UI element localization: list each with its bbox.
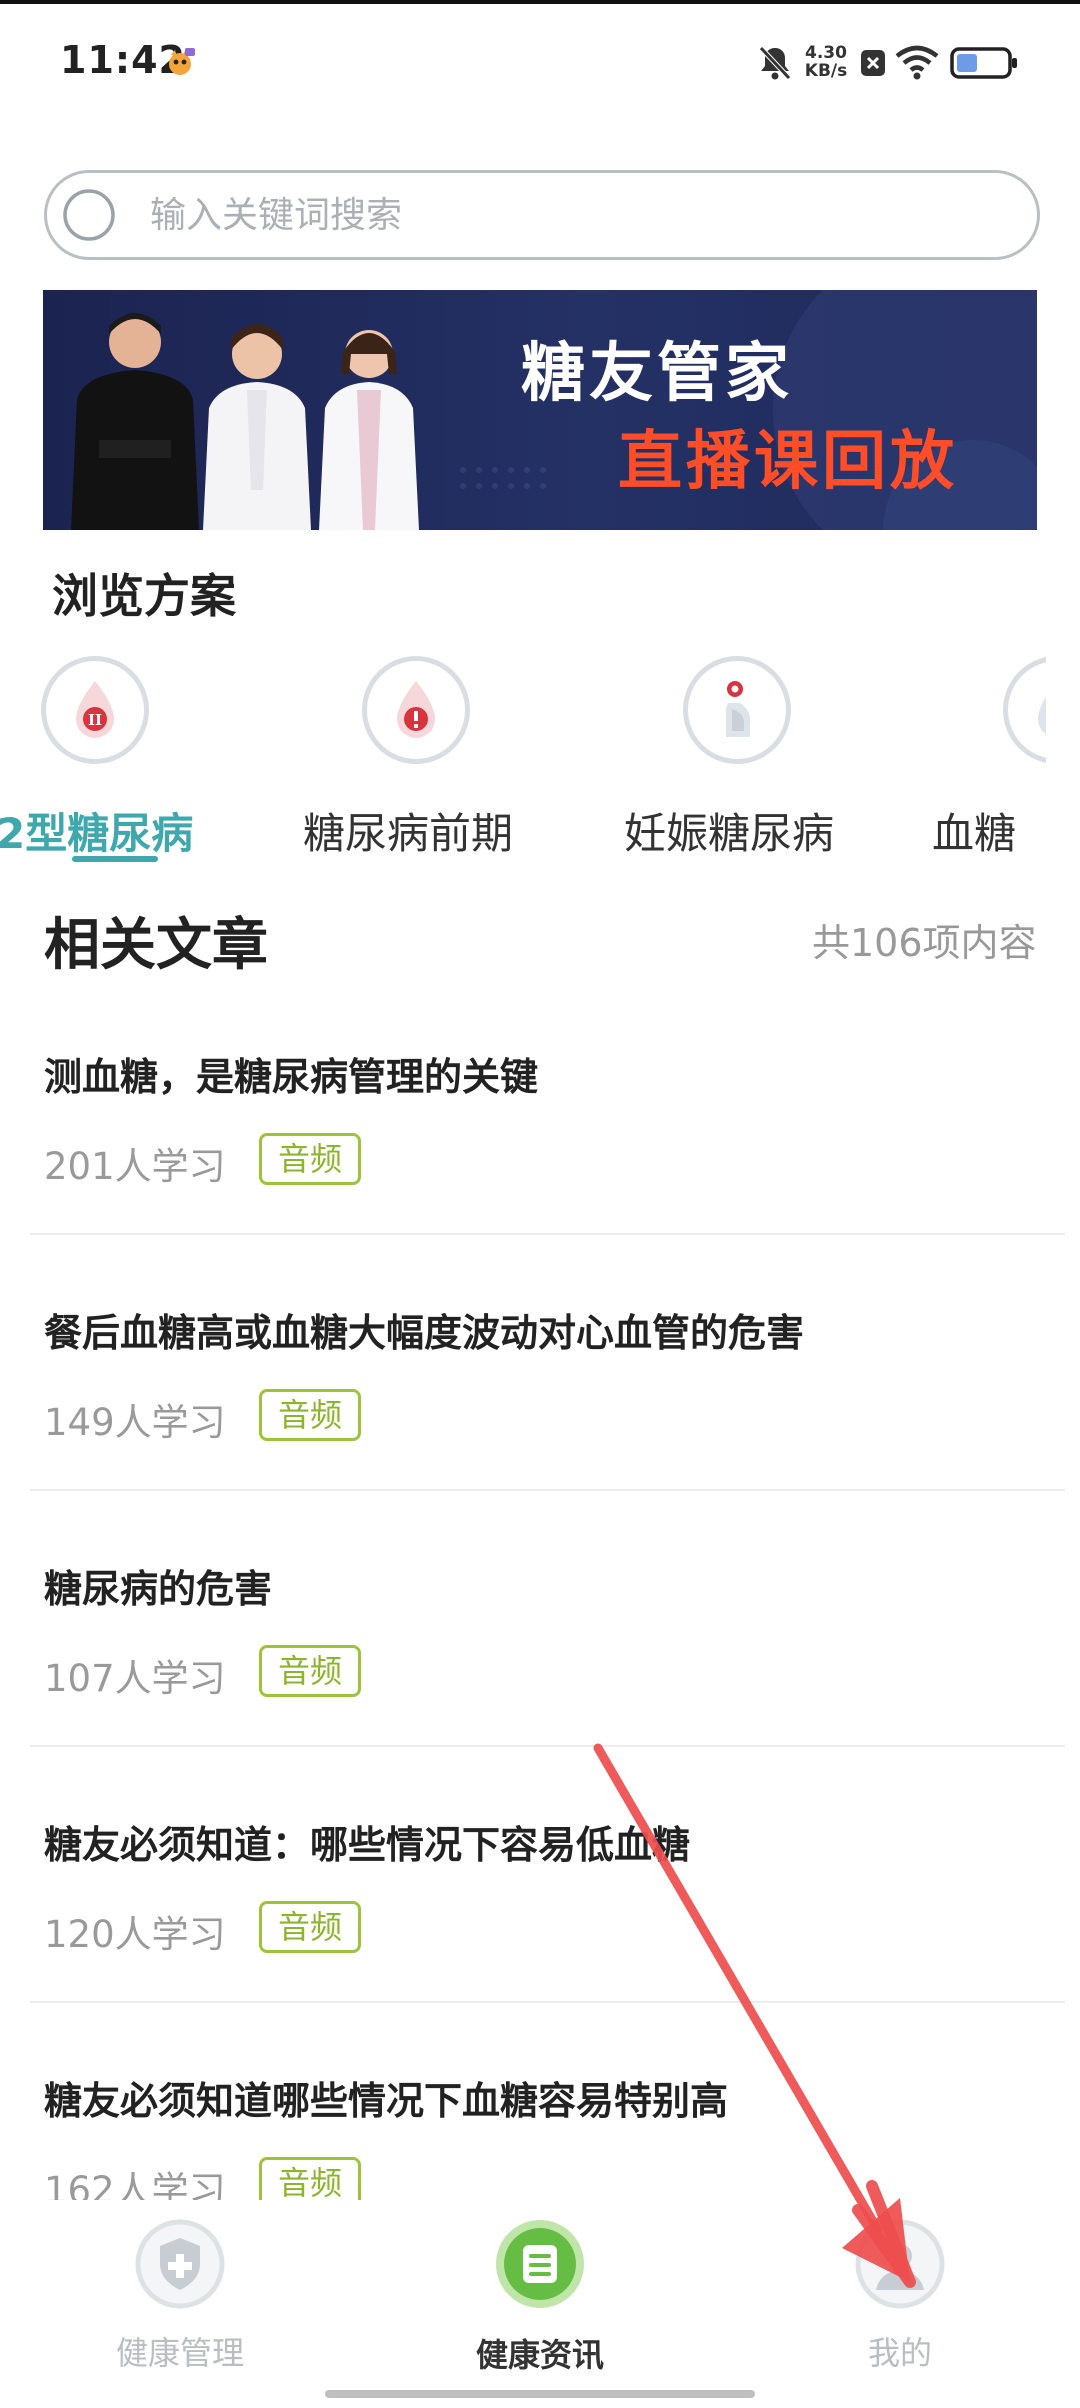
article-item[interactable]: 糖友必须知道：哪些情况下容易低血糖 120人学习 音频 <box>0 1788 1080 2018</box>
search-input[interactable] <box>150 190 1010 240</box>
banner-title: 糖友管家 <box>521 337 793 411</box>
article-learners: 107人学习 <box>44 1657 226 1700</box>
nav-item-health-news[interactable]: 健康资讯 <box>460 2218 620 2378</box>
article-learners: 120人学习 <box>44 1913 226 1956</box>
articles-count: 共106项内容 <box>812 921 1037 965</box>
category-type2-diabetes[interactable]: II <box>41 656 149 764</box>
category-icon-circle <box>683 656 791 764</box>
article-title: 糖友必须知道：哪些情况下容易低血糖 <box>44 1823 691 1867</box>
category-label[interactable]: 糖尿病前期 <box>303 800 513 861</box>
nav-label: 我的 <box>867 2334 932 2372</box>
article-title: 糖友必须知道哪些情况下血糖容易特别高 <box>44 2079 729 2123</box>
pregnancy-icon <box>726 681 751 737</box>
article-title: 测血糖，是糖尿病管理的关键 <box>44 1055 539 1099</box>
category-label[interactable]: 2型糖尿病 <box>0 800 193 861</box>
audio-tag: 音频 <box>259 2157 361 2200</box>
battery-icon <box>950 47 1017 79</box>
nav-item-mine[interactable]: 我的 <box>820 2218 980 2372</box>
nav-label: 健康管理 <box>115 2334 244 2372</box>
net-speed-unit: KB/s <box>804 61 848 81</box>
category-gestational-diabetes[interactable] <box>683 656 791 764</box>
category-label[interactable]: 血糖 <box>932 800 1016 861</box>
category-scroller[interactable]: II 2型糖尿病 糖尿病前期 妊娠糖尿病 血糖 <box>0 640 1046 870</box>
active-category-indicator <box>72 856 158 862</box>
article-learners: 201人学习 <box>44 1145 226 1188</box>
close-box-icon <box>861 50 885 76</box>
article-learners: 149人学习 <box>44 1401 226 1444</box>
divider <box>30 2001 1065 2003</box>
divider <box>30 1489 1065 1491</box>
audio-tag: 音频 <box>259 1389 361 1441</box>
home-indicator[interactable] <box>325 2390 755 2398</box>
wifi-icon <box>895 45 939 80</box>
article-item[interactable]: 测血糖，是糖尿病管理的关键 201人学习 音频 <box>0 1020 1080 1250</box>
nav-item-health-management[interactable]: 健康管理 <box>100 2218 260 2372</box>
svg-text:II: II <box>88 711 102 729</box>
mute-icon <box>759 46 791 80</box>
presenters-image <box>71 313 419 530</box>
article-title: 糖尿病的危害 <box>44 1567 273 1611</box>
category-blood-glucose[interactable] <box>1003 656 1046 764</box>
net-speed: 4.30 KB/s <box>800 44 852 80</box>
audio-tag: 音频 <box>259 1901 361 1953</box>
article-list[interactable]: 测血糖，是糖尿病管理的关键 201人学习 音频 餐后血糖高或血糖大幅度波动对心血… <box>0 1020 1080 2200</box>
shield-plus-icon <box>135 2219 225 2309</box>
audio-tag: 音频 <box>259 1133 361 1185</box>
mascot-icon <box>169 48 195 75</box>
nav-label: 健康资讯 <box>475 2336 604 2374</box>
articles-section-title: 相关文章 <box>44 913 268 978</box>
search-icon <box>63 189 115 241</box>
drop-exclamation-icon <box>397 681 435 738</box>
category-label[interactable]: 妊娠糖尿病 <box>624 800 834 861</box>
bottom-navigation: 健康管理 健康资讯 我的 <box>0 2200 1080 2408</box>
article-title: 餐后血糖高或血糖大幅度波动对心血管的危害 <box>44 1311 805 1355</box>
drop-roman-two-icon: II <box>76 681 114 738</box>
article-learners: 162人学习 <box>44 2169 226 2200</box>
banner-subtitle: 直播课回放 <box>618 425 958 499</box>
news-icon <box>496 2220 584 2308</box>
net-speed-value: 4.30 <box>805 43 847 63</box>
top-edge <box>0 0 1080 4</box>
drop-icon <box>1038 696 1046 735</box>
category-icon-circle: II <box>41 656 149 764</box>
article-item[interactable]: 餐后血糖高或血糖大幅度波动对心血管的危害 149人学习 音频 <box>0 1276 1080 1506</box>
plans-section-title: 浏览方案 <box>52 569 236 623</box>
divider <box>30 1745 1065 1747</box>
category-icon-circle <box>1003 656 1046 764</box>
status-bar: 11:42 4.30 KB/s <box>0 0 1080 125</box>
category-icon-circle <box>362 656 470 764</box>
live-replay-banner[interactable]: 糖友管家 直播课回放 <box>43 290 1037 530</box>
article-item[interactable]: 糖友必须知道哪些情况下血糖容易特别高 162人学习 音频 <box>0 2044 1080 2200</box>
user-icon <box>855 2219 945 2309</box>
category-prediabetes[interactable] <box>362 656 470 764</box>
divider <box>30 1233 1065 1235</box>
audio-tag: 音频 <box>259 1645 361 1697</box>
article-item[interactable]: 糖尿病的危害 107人学习 音频 <box>0 1532 1080 1762</box>
